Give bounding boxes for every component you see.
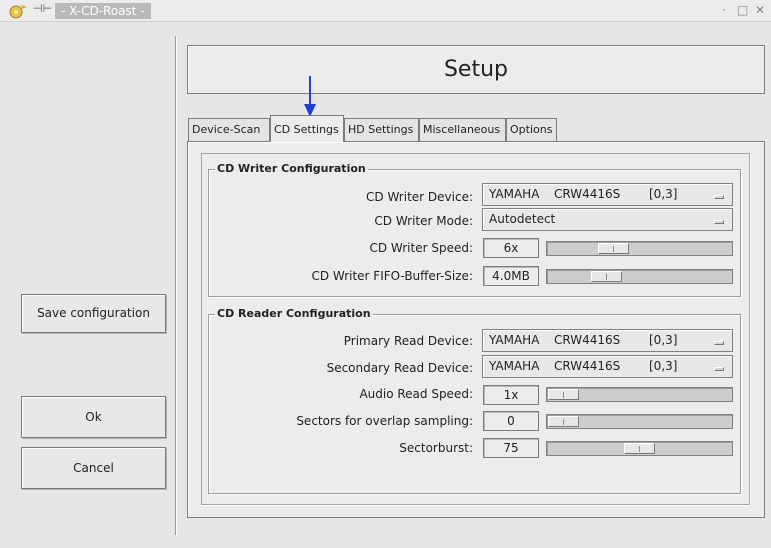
ok-button[interactable]: Ok: [21, 396, 166, 438]
overlap-sampling-label: Sectors for overlap sampling:: [296, 414, 473, 428]
window-title: - X-CD-Roast -: [55, 3, 151, 19]
primary-device-id: [0,3]: [649, 333, 678, 347]
tab-hd-settings[interactable]: HD Settings: [344, 118, 419, 141]
minimize-icon[interactable]: ·: [722, 3, 726, 17]
slider-thumb[interactable]: [591, 271, 622, 282]
setup-header: Setup: [187, 45, 765, 94]
app-icon[interactable]: [8, 3, 28, 19]
primary-device-model: CRW4416S: [554, 333, 621, 347]
slider-thumb[interactable]: [598, 243, 629, 254]
sectorburst-value: 75: [483, 438, 539, 458]
title-bar: ⊣⊢ - X-CD-Roast - · □ ✕: [0, 0, 771, 22]
audio-read-speed-value: 1x: [483, 385, 539, 405]
cd-writer-mode-label: CD Writer Mode:: [374, 214, 473, 228]
pin-icon[interactable]: ⊣⊢: [33, 2, 52, 15]
dropdown-indicator-icon: [714, 341, 724, 345]
secondary-device-model: CRW4416S: [554, 359, 621, 373]
secondary-read-device-select[interactable]: YAMAHA CRW4416S [0,3]: [482, 355, 733, 378]
cd-writer-device-model: CRW4416S: [554, 187, 621, 201]
cd-reader-group-title: CD Reader Configuration: [215, 307, 373, 321]
slider-thumb[interactable]: [624, 443, 655, 454]
cd-writer-group-title: CD Writer Configuration: [215, 162, 368, 176]
close-icon[interactable]: ✕: [755, 3, 765, 17]
secondary-read-device-label: Secondary Read Device:: [326, 361, 473, 375]
slider-thumb[interactable]: [548, 416, 579, 427]
overlap-sampling-slider[interactable]: [546, 414, 733, 429]
cd-writer-device-id: [0,3]: [649, 187, 678, 201]
cd-writer-mode-value: Autodetect: [489, 212, 556, 226]
audio-read-speed-label: Audio Read Speed:: [359, 387, 473, 401]
primary-read-device-label: Primary Read Device:: [343, 334, 473, 348]
primary-read-device-select[interactable]: YAMAHA CRW4416S [0,3]: [482, 329, 733, 352]
primary-device-vendor: YAMAHA: [489, 333, 540, 347]
dropdown-indicator-icon: [714, 195, 724, 199]
secondary-device-vendor: YAMAHA: [489, 359, 540, 373]
sectorburst-slider[interactable]: [546, 441, 733, 456]
arrow-down-icon: [304, 76, 316, 117]
maximize-icon[interactable]: □: [737, 3, 748, 17]
page-title: Setup: [443, 57, 509, 82]
cancel-button[interactable]: Cancel: [21, 447, 166, 489]
cd-writer-speed-label: CD Writer Speed:: [369, 241, 473, 255]
audio-read-speed-slider[interactable]: [546, 387, 733, 402]
cd-writer-mode-select[interactable]: Autodetect: [482, 208, 733, 231]
tab-cd-settings[interactable]: CD Settings: [270, 115, 344, 142]
tab-options[interactable]: Options: [506, 118, 557, 141]
cd-writer-device-label: CD Writer Device:: [366, 190, 473, 204]
cd-writer-speed-slider[interactable]: [546, 241, 733, 256]
slider-thumb[interactable]: [548, 389, 579, 400]
dropdown-indicator-icon: [714, 367, 724, 371]
tab-miscellaneous[interactable]: Miscellaneous: [419, 118, 506, 141]
dropdown-indicator-icon: [714, 220, 724, 224]
cd-writer-fifo-label: CD Writer FIFO-Buffer-Size:: [311, 269, 473, 283]
save-configuration-button[interactable]: Save configuration: [21, 294, 166, 333]
sectorburst-label: Sectorburst:: [399, 441, 473, 455]
tab-device-scan[interactable]: Device-Scan: [188, 118, 270, 141]
cd-writer-fifo-value: 4.0MB: [483, 266, 539, 286]
secondary-device-id: [0,3]: [649, 359, 678, 373]
vertical-separator: [175, 36, 177, 535]
overlap-sampling-value: 0: [483, 411, 539, 431]
cd-writer-device-vendor: YAMAHA: [489, 187, 540, 201]
cd-writer-device-select[interactable]: YAMAHA CRW4416S [0,3]: [482, 183, 733, 206]
cd-writer-fifo-slider[interactable]: [546, 269, 733, 284]
cd-writer-speed-value: 6x: [483, 238, 539, 258]
